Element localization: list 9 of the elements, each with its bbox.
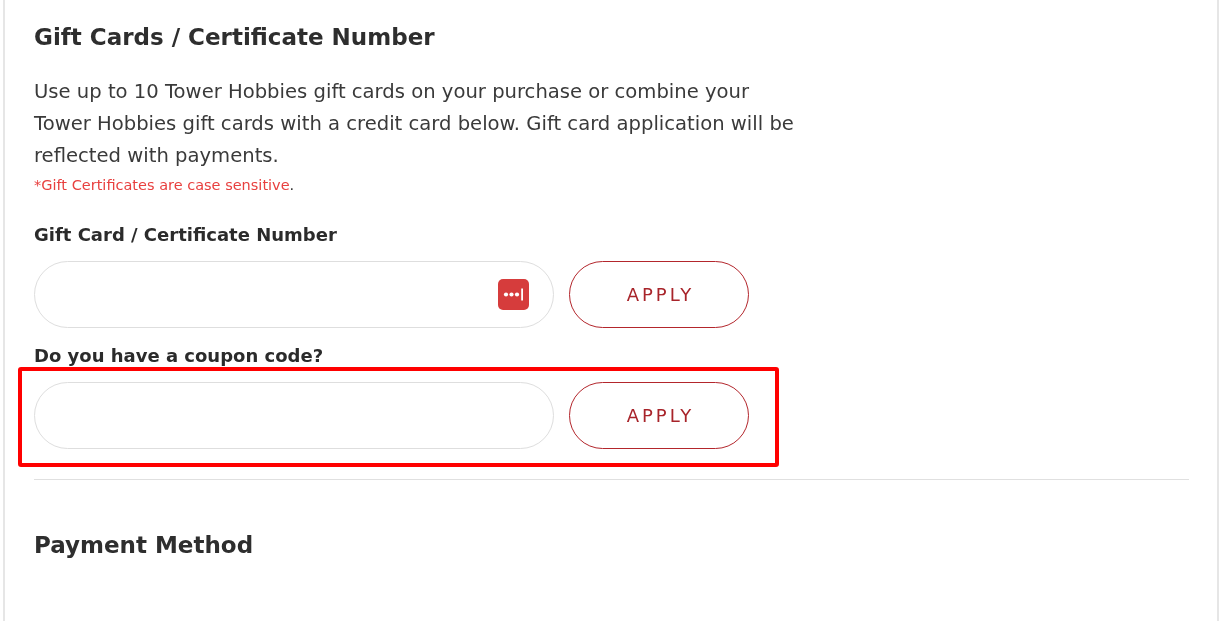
password-dots-icon[interactable] — [498, 279, 529, 310]
case-sensitive-note: *Gift Certificates are case sensitive. — [34, 176, 295, 195]
gift-card-description: Use up to 10 Tower Hobbies gift cards on your purchase or combine your Tower Hobbies gift cards with a credit card below. Gift card application will be reflected with payments. — [34, 79, 795, 169]
section-heading: Payment Method — [34, 531, 254, 560]
field-label: Gift Card / Certificate Number — [34, 225, 337, 245]
apply-button[interactable]: APPLY — [569, 382, 749, 449]
section-heading: Gift Cards / Certificate Number — [34, 23, 435, 52]
apply-button[interactable]: APPLY — [569, 261, 749, 328]
field-label: Do you have a coupon code? — [34, 346, 324, 366]
